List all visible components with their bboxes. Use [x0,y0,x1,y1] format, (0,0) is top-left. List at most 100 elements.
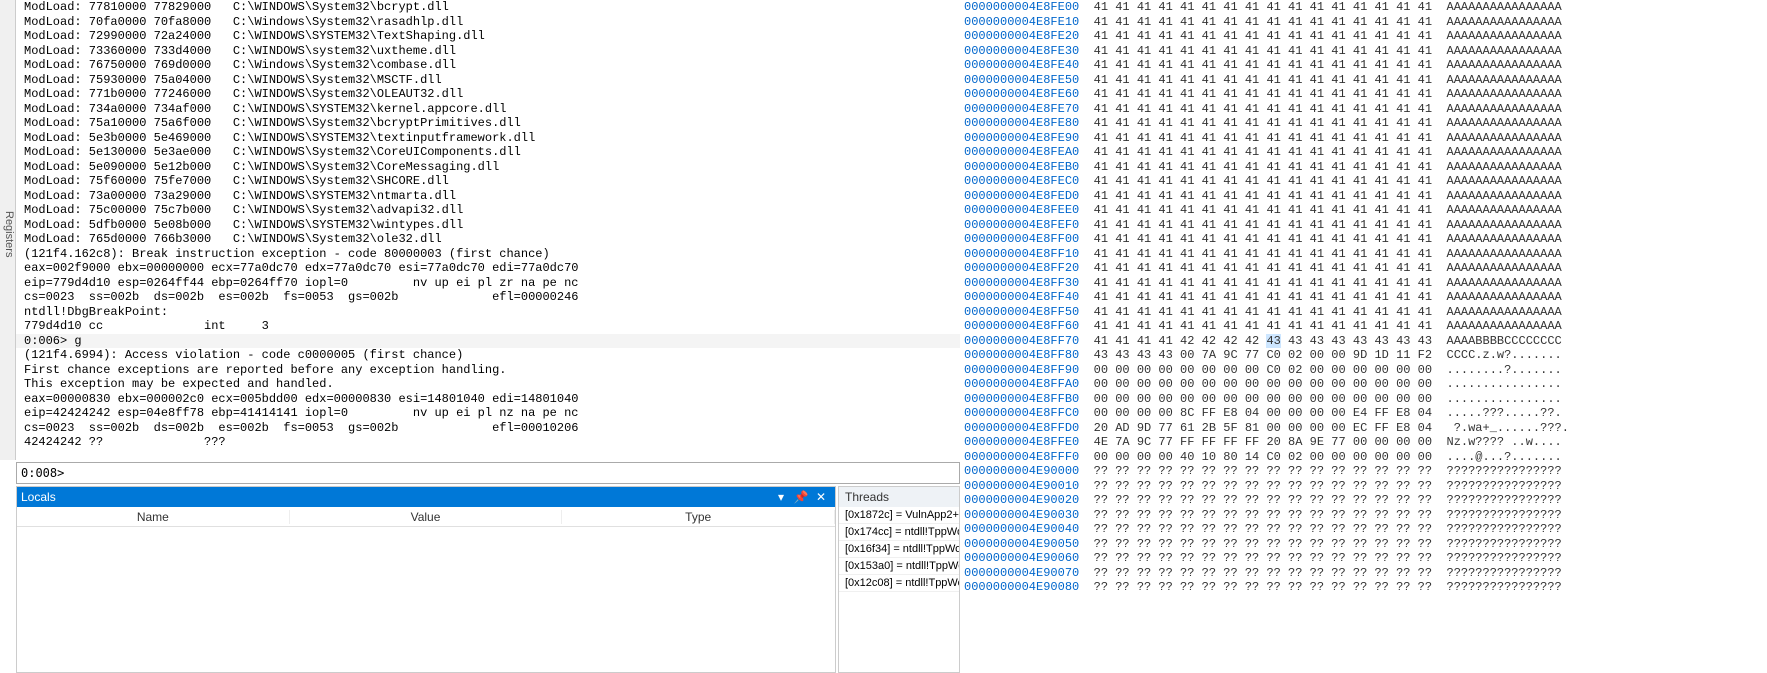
memory-hex: 00 00 00 00 00 00 00 00 C0 02 00 00 00 0… [1094,363,1432,377]
thread-item[interactable]: [0x12c08] = ntdll!TppWo [839,575,959,592]
thread-item[interactable]: [0x153a0] = ntdll!TppWo [839,558,959,575]
memory-row: 0000000004E90000 ?? ?? ?? ?? ?? ?? ?? ??… [960,464,1767,479]
memory-hex: 41 41 41 41 41 41 41 41 41 41 41 41 41 4… [1094,15,1432,29]
registers-tab[interactable]: Registers [0,0,16,460]
memory-address: 0000000004E8FF20 [964,261,1079,275]
memory-hex: ?? ?? ?? ?? ?? ?? ?? ?? ?? ?? ?? ?? ?? ?… [1094,522,1432,536]
memory-ascii: ???????????????? [1447,551,1562,565]
memory-ascii: ........?....... [1447,363,1562,377]
locals-col-value[interactable]: Value [290,510,563,524]
command-line: ModLoad: 76750000 769d0000 C:\Windows\Sy… [16,58,960,73]
memory-dump[interactable]: 0000000004E8FE00 41 41 41 41 41 41 41 41… [960,0,1767,673]
thread-item[interactable]: [0x16f34] = ntdll!TppWo [839,541,959,558]
memory-ascii: AAAAAAAAAAAAAAAA [1447,131,1562,145]
memory-ascii: Nz.w???? ..w.... [1447,435,1562,449]
memory-row: 0000000004E8FE60 41 41 41 41 41 41 41 41… [960,87,1767,102]
memory-ascii: AAAAAAAAAAAAAAAA [1447,305,1562,319]
memory-row: 0000000004E90080 ?? ?? ?? ?? ?? ?? ?? ??… [960,580,1767,595]
memory-ascii: AAAAAAAAAAAAAAAA [1447,29,1562,43]
memory-hex: ?? ?? ?? ?? ?? ?? ?? ?? ?? ?? ?? ?? ?? ?… [1094,566,1432,580]
memory-row: 0000000004E8FF50 41 41 41 41 41 41 41 41… [960,305,1767,320]
memory-row: 0000000004E8FF20 41 41 41 41 41 41 41 41… [960,261,1767,276]
memory-address: 0000000004E90040 [964,522,1079,536]
threads-panel: Threads [0x1872c] = VulnApp2+[0x174cc] =… [838,486,960,673]
memory-address: 0000000004E8FF10 [964,247,1079,261]
locals-panel: Locals ▾ 📌 ✕ Name Value Type [16,486,836,673]
command-line: 779d4d10 cc int 3 [16,319,960,334]
memory-ascii: AAAAAAAAAAAAAAAA [1447,247,1562,261]
memory-ascii: AAAAAAAAAAAAAAAA [1447,0,1562,14]
memory-row: 0000000004E8FF70 41 41 41 41 42 42 42 42… [960,334,1767,349]
memory-ascii: AAAAAAAAAAAAAAAA [1447,261,1562,275]
memory-address: 0000000004E8FE10 [964,15,1079,29]
memory-hex: ?? ?? ?? ?? ?? ?? ?? ?? ?? ?? ?? ?? ?? ?… [1094,464,1432,478]
memory-ascii: ???????????????? [1447,508,1562,522]
memory-address: 0000000004E8FF40 [964,290,1079,304]
memory-hex: 41 41 41 41 41 41 41 41 41 41 41 41 41 4… [1094,290,1432,304]
command-output[interactable]: ModLoad: 77810000 77829000 C:\WINDOWS\Sy… [16,0,960,460]
memory-hex: 41 41 41 41 41 41 41 41 41 41 41 41 41 4… [1094,203,1432,217]
memory-row: 0000000004E8FFD0 20 AD 9D 77 61 2B 5F 81… [960,421,1767,436]
command-line: eax=00000830 ebx=000002c0 ecx=005bdd00 e… [16,392,960,407]
close-icon[interactable]: ✕ [811,487,831,507]
memory-hex: 41 41 41 41 41 41 41 41 41 41 41 41 41 4… [1094,87,1432,101]
memory-hex: 4E 7A 9C 77 FF FF FF FF 20 8A 9E 77 00 0… [1094,435,1432,449]
dropdown-icon[interactable]: ▾ [771,487,791,507]
memory-hex: ?? ?? ?? ?? ?? ?? ?? ?? ?? ?? ?? ?? ?? ?… [1094,493,1432,507]
threads-titlebar[interactable]: Threads [839,487,959,507]
command-line: ModLoad: 70fa0000 70fa8000 C:\Windows\Sy… [16,15,960,30]
command-line: eip=779d4d10 esp=0264ff44 ebp=0264ff70 i… [16,276,960,291]
memory-row: 0000000004E90020 ?? ?? ?? ?? ?? ?? ?? ??… [960,493,1767,508]
memory-ascii: ................ [1447,377,1562,391]
memory-address: 0000000004E8FE30 [964,44,1079,58]
memory-hex: 41 41 41 41 41 41 41 41 41 41 41 41 41 4… [1094,232,1432,246]
thread-item[interactable]: [0x1872c] = VulnApp2+ [839,507,959,524]
memory-row: 0000000004E8FE70 41 41 41 41 41 41 41 41… [960,102,1767,117]
memory-address: 0000000004E8FF30 [964,276,1079,290]
memory-hex: 41 41 41 41 41 41 41 41 41 41 41 41 41 4… [1094,305,1432,319]
command-input[interactable] [68,463,959,483]
memory-row: 0000000004E8FF30 41 41 41 41 41 41 41 41… [960,276,1767,291]
memory-address: 0000000004E8FEA0 [964,145,1079,159]
command-line: ModLoad: 77810000 77829000 C:\WINDOWS\Sy… [16,0,960,15]
memory-row: 0000000004E8FE90 41 41 41 41 41 41 41 41… [960,131,1767,146]
memory-address: 0000000004E8FFC0 [964,406,1079,420]
memory-ascii: AAAAAAAAAAAAAAAA [1447,44,1562,58]
memory-address: 0000000004E8FEC0 [964,174,1079,188]
memory-address: 0000000004E8FF50 [964,305,1079,319]
memory-address: 0000000004E8FE40 [964,58,1079,72]
memory-row: 0000000004E90050 ?? ?? ?? ?? ?? ?? ?? ??… [960,537,1767,552]
memory-row: 0000000004E90010 ?? ?? ?? ?? ?? ?? ?? ??… [960,479,1767,494]
memory-row: 0000000004E90060 ?? ?? ?? ?? ?? ?? ?? ??… [960,551,1767,566]
command-line: ModLoad: 73360000 733d4000 C:\WINDOWS\sy… [16,44,960,59]
locals-col-type[interactable]: Type [562,510,835,524]
memory-address: 0000000004E8FE50 [964,73,1079,87]
memory-ascii: ................ [1447,392,1562,406]
memory-row: 0000000004E8FF40 41 41 41 41 41 41 41 41… [960,290,1767,305]
memory-address: 0000000004E90000 [964,464,1079,478]
memory-hex: 00 00 00 00 8C FF E8 04 00 00 00 00 E4 F… [1094,406,1432,420]
memory-ascii: ???????????????? [1447,566,1562,580]
locals-titlebar[interactable]: Locals ▾ 📌 ✕ [17,487,835,507]
memory-ascii: AAAAAAAAAAAAAAAA [1447,87,1562,101]
memory-hex: 20 AD 9D 77 61 2B 5F 81 00 00 00 00 EC F… [1094,421,1432,435]
memory-row: 0000000004E8FE10 41 41 41 41 41 41 41 41… [960,15,1767,30]
command-prompt: 0:008> [17,466,68,480]
memory-ascii: AAAABBBBCCCCCCCC [1447,334,1562,348]
command-line: ModLoad: 75f60000 75fe7000 C:\WINDOWS\Sy… [16,174,960,189]
memory-address: 0000000004E90010 [964,479,1079,493]
memory-ascii: AAAAAAAAAAAAAAAA [1447,102,1562,116]
memory-ascii: AAAAAAAAAAAAAAAA [1447,145,1562,159]
command-line: ntdll!DbgBreakPoint: [16,305,960,320]
command-input-bar: 0:008> [16,462,960,484]
thread-item[interactable]: [0x174cc] = ntdll!TppWo [839,524,959,541]
memory-hex-highlight: 43 [1266,334,1280,348]
memory-hex: ?? ?? ?? ?? ?? ?? ?? ?? ?? ?? ?? ?? ?? ?… [1094,551,1432,565]
command-line: cs=0023 ss=002b ds=002b es=002b fs=0053 … [16,421,960,436]
memory-row: 0000000004E8FE00 41 41 41 41 41 41 41 41… [960,0,1767,15]
pin-icon[interactable]: 📌 [791,487,811,507]
memory-hex: 41 41 41 41 41 41 41 41 41 41 41 41 41 4… [1094,247,1432,261]
memory-hex: 41 41 41 41 41 41 41 41 41 41 41 41 41 4… [1094,145,1432,159]
command-line: (121f4.162c8): Break instruction excepti… [16,247,960,262]
locals-col-name[interactable]: Name [17,510,290,524]
